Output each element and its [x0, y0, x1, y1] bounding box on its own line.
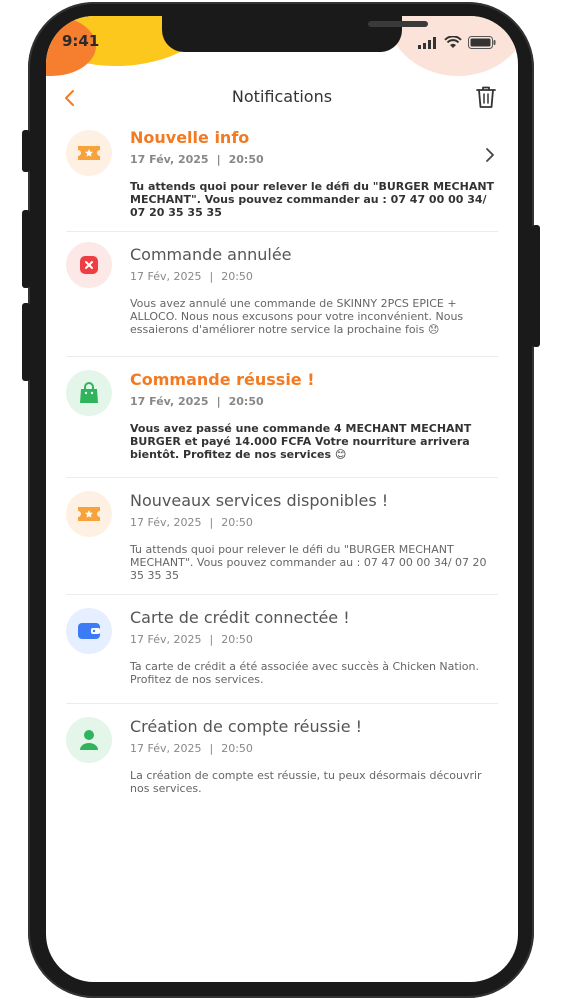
notification-date: 17 Fév, 2025	[130, 742, 202, 755]
notification-title: Nouvelle info	[130, 128, 250, 147]
notification-timestamp: 17 Fév, 2025 | 20:50	[130, 270, 253, 283]
notification-timestamp: 17 Fév, 2025 | 20:50	[130, 153, 264, 166]
notification-item[interactable]: Création de compte réussie ! 17 Fév, 202…	[66, 704, 498, 807]
header: Notifications	[46, 84, 518, 114]
notification-item[interactable]: Commande annulée 17 Fév, 2025 | 20:50 Vous…	[66, 232, 498, 357]
notification-title: Carte de crédit connectée !	[130, 608, 350, 627]
notification-item[interactable]: Commande réussie ! 17 Fév, 2025 | 20:50 Vo…	[66, 357, 498, 478]
mute-switch	[22, 130, 30, 172]
battery-icon	[468, 36, 496, 49]
notification-body: Tu attends quoi pour relever le défi du …	[130, 180, 495, 219]
notification-time: 20:50	[221, 270, 253, 283]
wallet-icon	[66, 608, 112, 654]
cancel-icon	[66, 242, 112, 288]
speaker-grille	[368, 21, 428, 27]
notification-body: La création de compte est réussie, tu pe…	[130, 769, 482, 795]
notification-date: 17 Fév, 2025	[130, 633, 202, 646]
notification-time: 20:50	[228, 395, 264, 408]
user-icon	[66, 717, 112, 763]
delete-all-button[interactable]	[474, 84, 498, 114]
ticket-icon	[66, 491, 112, 537]
notification-title: Création de compte réussie !	[130, 717, 363, 736]
shopping-bag-icon	[66, 370, 112, 416]
notification-timestamp: 17 Fév, 2025 | 20:50	[130, 516, 253, 529]
volume-down-button	[22, 303, 30, 381]
wifi-icon	[444, 36, 462, 48]
open-notification-button[interactable]	[484, 146, 496, 168]
notification-title: Nouveaux services disponibles !	[130, 491, 389, 510]
signal-icon	[418, 36, 436, 49]
phone-screen: 9:41 Notifications Nouvelle info 17 Fév,…	[46, 16, 518, 982]
page-title: Notifications	[231, 87, 333, 106]
notification-date: 17 Fév, 2025	[130, 395, 209, 408]
notification-list: Nouvelle info 17 Fév, 2025 | 20:50 Tu atte…	[66, 128, 498, 807]
notification-timestamp: 17 Fév, 2025 | 20:50	[130, 395, 264, 408]
notification-date: 17 Fév, 2025	[130, 516, 202, 529]
notification-title: Commande réussie !	[130, 370, 315, 389]
chevron-right-icon	[486, 148, 494, 162]
notification-timestamp: 17 Fév, 2025 | 20:50	[130, 633, 253, 646]
power-button	[532, 225, 540, 347]
notification-time: 20:50	[228, 153, 264, 166]
notification-body: Vous avez annulé une commande de SKINNY …	[130, 297, 464, 336]
notification-body: Vous avez passé une commande 4 MECHANT M…	[130, 422, 472, 461]
ticket-icon	[66, 130, 112, 176]
notification-item[interactable]: Nouveaux services disponibles ! 17 Fév, …	[66, 478, 498, 595]
notification-item[interactable]: Nouvelle info 17 Fév, 2025 | 20:50 Tu atte…	[66, 128, 498, 232]
notification-date: 17 Fév, 2025	[130, 270, 202, 283]
status-icons	[418, 36, 496, 49]
notification-date: 17 Fév, 2025	[130, 153, 209, 166]
notification-time: 20:50	[221, 516, 253, 529]
volume-up-button	[22, 210, 30, 288]
notification-title: Commande annulée	[130, 245, 292, 264]
notification-timestamp: 17 Fév, 2025 | 20:50	[130, 742, 253, 755]
notification-time: 20:50	[221, 742, 253, 755]
notification-body: Tu attends quoi pour relever le défi du …	[130, 543, 487, 582]
notch	[162, 16, 428, 52]
notification-body: Ta carte de crédit a été associée avec s…	[130, 660, 479, 686]
trash-icon	[476, 86, 496, 108]
notification-time: 20:50	[221, 633, 253, 646]
notification-item[interactable]: Carte de crédit connectée ! 17 Fév, 2025…	[66, 595, 498, 704]
status-time: 9:41	[62, 32, 100, 50]
